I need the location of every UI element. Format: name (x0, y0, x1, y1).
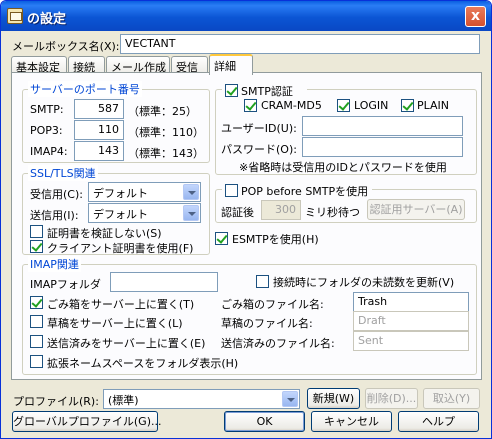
draft-name-label: 草稿のファイル名: (221, 317, 313, 330)
auth-after-label: 認証後 (221, 206, 254, 219)
new-profile-button[interactable]: 新規(W) (307, 388, 360, 409)
auth-note: ※省略時は受信用のIDとパスワードを使用 (239, 161, 447, 174)
profile-select[interactable]: (標準) (103, 389, 300, 409)
mailbox-name-input[interactable]: VECTANT (120, 34, 480, 54)
chevron-down-icon[interactable] (282, 391, 298, 407)
trash-name-label: ごみ箱のファイル名: (221, 298, 324, 311)
password-input[interactable] (302, 137, 463, 157)
ssl-send-select[interactable]: デフォルト (88, 203, 201, 223)
mailbox-name-label: メールボックス名(X): (12, 40, 120, 53)
title-bar[interactable]: の設定 x (1, 1, 491, 31)
draft-on-server-label: 草稿をサーバー上に置く(L) (47, 317, 183, 330)
ssl-receive-label: 受信用(C): (30, 188, 83, 201)
mail-app-icon (7, 8, 23, 24)
imap-folder-input[interactable] (110, 272, 218, 292)
settings-dialog: の設定 x メールボックス名(X): VECTANT 基本設定 接続 メール作成… (0, 0, 492, 439)
delete-profile-button[interactable]: 削除(D)... (365, 388, 418, 409)
sent-name-input[interactable]: Sent (353, 331, 469, 351)
trash-name-input[interactable]: Trash (353, 292, 469, 312)
cancel-button[interactable]: キャンセル (311, 411, 392, 432)
trash-on-server-checkbox[interactable] (30, 296, 43, 309)
plain-label: PLAIN (417, 99, 450, 112)
draft-name-input[interactable]: Draft (353, 311, 469, 331)
wait-ms-input[interactable]: 300 (261, 200, 301, 220)
user-id-input[interactable] (302, 116, 463, 136)
user-id-label: ユーザーID(U): (221, 122, 297, 135)
ssl-receive-select[interactable]: デフォルト (88, 182, 201, 202)
login-label: LOGIN (354, 99, 389, 112)
update-unread-label: 接続時にフォルダの未読数を更新(V) (273, 276, 455, 289)
ssl-send-label: 送信用(I): (30, 209, 79, 222)
wait-ms-label: ミリ秒待つ (305, 206, 360, 219)
namespace-display-label: 拡張ネームスペースをフォルダ表示(H) (47, 357, 239, 370)
update-unread-checkbox[interactable] (256, 275, 269, 288)
close-button[interactable]: x (465, 6, 486, 27)
import-profile-button[interactable]: 取込(Y) (423, 388, 480, 409)
imap-folder-label: IMAPフォルダ (30, 278, 101, 291)
ports-group-title: サーバーのポート番号 (28, 81, 142, 97)
sent-on-server-checkbox[interactable] (30, 335, 43, 348)
imap-group-title: IMAP関連 (28, 256, 81, 272)
chevron-down-icon[interactable] (183, 205, 199, 221)
esmtp-label: ESMTPを使用(H) (232, 233, 319, 246)
smtp-auth-label: SMTP認証 (241, 85, 293, 98)
cram-md5-checkbox[interactable] (244, 99, 257, 112)
ssl-group-title: SSL/TLS関連 (28, 165, 98, 181)
global-profile-button[interactable]: グローバルプロファイル(G)... (12, 411, 162, 432)
namespace-display-checkbox[interactable] (30, 355, 43, 368)
chevron-down-icon[interactable] (183, 184, 199, 200)
pop-before-smtp-checkbox[interactable] (225, 184, 238, 197)
sent-name-label: 送信済みのファイル名: (221, 337, 335, 350)
profile-label: プロファイル(R): (13, 395, 99, 408)
client-cert-label: クライアント証明書を使用(F) (47, 242, 194, 255)
profile-value: (標準) (108, 394, 139, 407)
smtp-port-input[interactable]: 587 (74, 99, 124, 119)
ssl-receive-value: デフォルト (93, 187, 148, 200)
auth-server-button[interactable]: 認証用サーバー(A) (367, 199, 465, 220)
imap4-port-label: IMAP4: (30, 145, 68, 158)
password-label: パスワード(O): (221, 143, 297, 156)
client-cert-checkbox[interactable] (30, 240, 43, 253)
trash-on-server-label: ごみ箱をサーバー上に置く(T) (47, 298, 195, 311)
draft-on-server-checkbox[interactable] (30, 315, 43, 328)
login-checkbox[interactable] (337, 99, 350, 112)
pop3-port-standard: （標準：110） (128, 126, 204, 139)
advanced-tab-panel: サーバーのポート番号 SMTP: 587 （標準：25） POP3: 110 （… (11, 72, 482, 380)
tab-advanced[interactable]: 詳細 (209, 54, 253, 75)
ssl-send-value: デフォルト (93, 208, 148, 221)
help-button[interactable]: ヘルプ (398, 411, 479, 432)
pop3-port-label: POP3: (30, 124, 63, 137)
no-verify-checkbox[interactable] (30, 225, 43, 238)
sent-on-server-label: 送信済みをサーバー上に置く(E) (47, 337, 206, 350)
ok-button[interactable]: OK (224, 411, 305, 432)
pop-before-smtp-label: POP before SMTPを使用 (241, 185, 369, 198)
cram-md5-label: CRAM-MD5 (261, 99, 322, 112)
plain-checkbox[interactable] (401, 99, 414, 112)
pop3-port-input[interactable]: 110 (74, 120, 124, 140)
smtp-port-label: SMTP: (30, 103, 64, 116)
smtp-auth-checkbox[interactable] (225, 84, 238, 97)
imap4-port-standard: （標準：143） (128, 147, 204, 160)
esmtp-checkbox[interactable] (215, 232, 228, 245)
smtp-port-standard: （標準：25） (128, 105, 197, 118)
no-verify-label: 証明書を検証しない(S) (47, 227, 162, 240)
imap4-port-input[interactable]: 143 (74, 141, 124, 161)
window-title: の設定 (27, 12, 67, 27)
